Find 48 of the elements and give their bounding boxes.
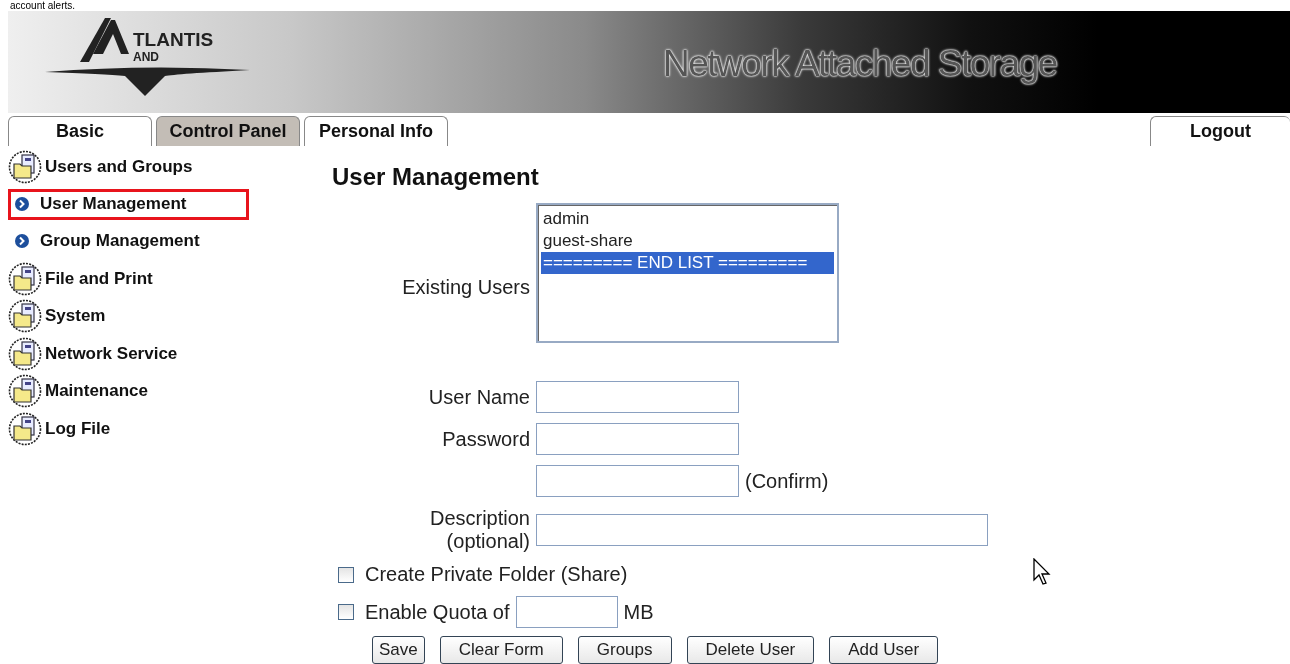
banner-title: Network Attached Storage — [663, 42, 1057, 85]
form-button[interactable]: Delete User — [686, 636, 815, 664]
unit-label: MB — [623, 600, 654, 624]
checkbox-label: Create Private Folder (Share) — [365, 563, 628, 586]
list-option[interactable]: guest-share — [541, 230, 834, 252]
sidebar-item[interactable]: Group Management — [8, 222, 206, 260]
checkbox[interactable] — [338, 604, 354, 620]
folder-document-icon — [7, 299, 43, 334]
logout-button[interactable]: Logout — [1150, 116, 1290, 146]
field-hint: (Confirm) — [745, 469, 829, 493]
form-button[interactable]: Clear Form — [439, 636, 563, 664]
sidebar-item[interactable]: Maintenance — [7, 372, 154, 410]
sidebar-item[interactable]: Users and Groups — [7, 148, 199, 186]
caption-text: account alerts. — [9, 0, 77, 11]
field-label: Description (optional) — [429, 507, 530, 552]
input-field[interactable] — [536, 381, 739, 413]
folder-document-icon — [7, 336, 43, 371]
logo-word: TLANTIS — [133, 29, 214, 50]
sidebar-item[interactable]: System — [7, 297, 112, 335]
form-button[interactable]: Groups — [577, 636, 672, 664]
field-label: Existing Users — [402, 275, 530, 298]
list-option[interactable]: admin — [541, 208, 834, 230]
sidebar-item[interactable]: Network Service — [7, 335, 184, 373]
form-button[interactable]: Add User — [829, 636, 939, 664]
folder-document-icon — [7, 374, 43, 409]
list-option[interactable]: ========= END LIST ========= — [541, 252, 834, 274]
input-field[interactable] — [536, 465, 739, 497]
folder-document-icon — [7, 149, 43, 184]
logo-subword: AND — [133, 50, 159, 64]
sidebar-item[interactable]: User Management — [8, 188, 249, 220]
field-label: Password — [442, 427, 530, 450]
input-field[interactable] — [536, 423, 739, 455]
user-listbox[interactable]: admin guest-share ========= END LIST ========= — [536, 203, 839, 343]
quota-field[interactable] — [515, 596, 618, 628]
nav-tab[interactable]: Basic — [8, 116, 152, 146]
sidebar-item[interactable]: Log File — [7, 410, 117, 448]
field-label: User Name — [428, 385, 530, 408]
folder-document-icon — [7, 411, 43, 446]
checkbox[interactable] — [338, 566, 354, 583]
page-heading: User Management — [332, 163, 540, 192]
folder-document-icon — [7, 261, 43, 296]
sidebar-item[interactable]: File and Print — [7, 260, 159, 298]
checkbox-label: Enable Quota of — [365, 600, 510, 624]
form-button[interactable]: Save — [372, 636, 425, 664]
nav-tab[interactable]: Control Panel — [156, 116, 300, 146]
nav-tab[interactable]: Personal Info — [304, 116, 448, 146]
mouse-pointer-icon — [1033, 558, 1051, 586]
input-field[interactable] — [536, 514, 988, 546]
